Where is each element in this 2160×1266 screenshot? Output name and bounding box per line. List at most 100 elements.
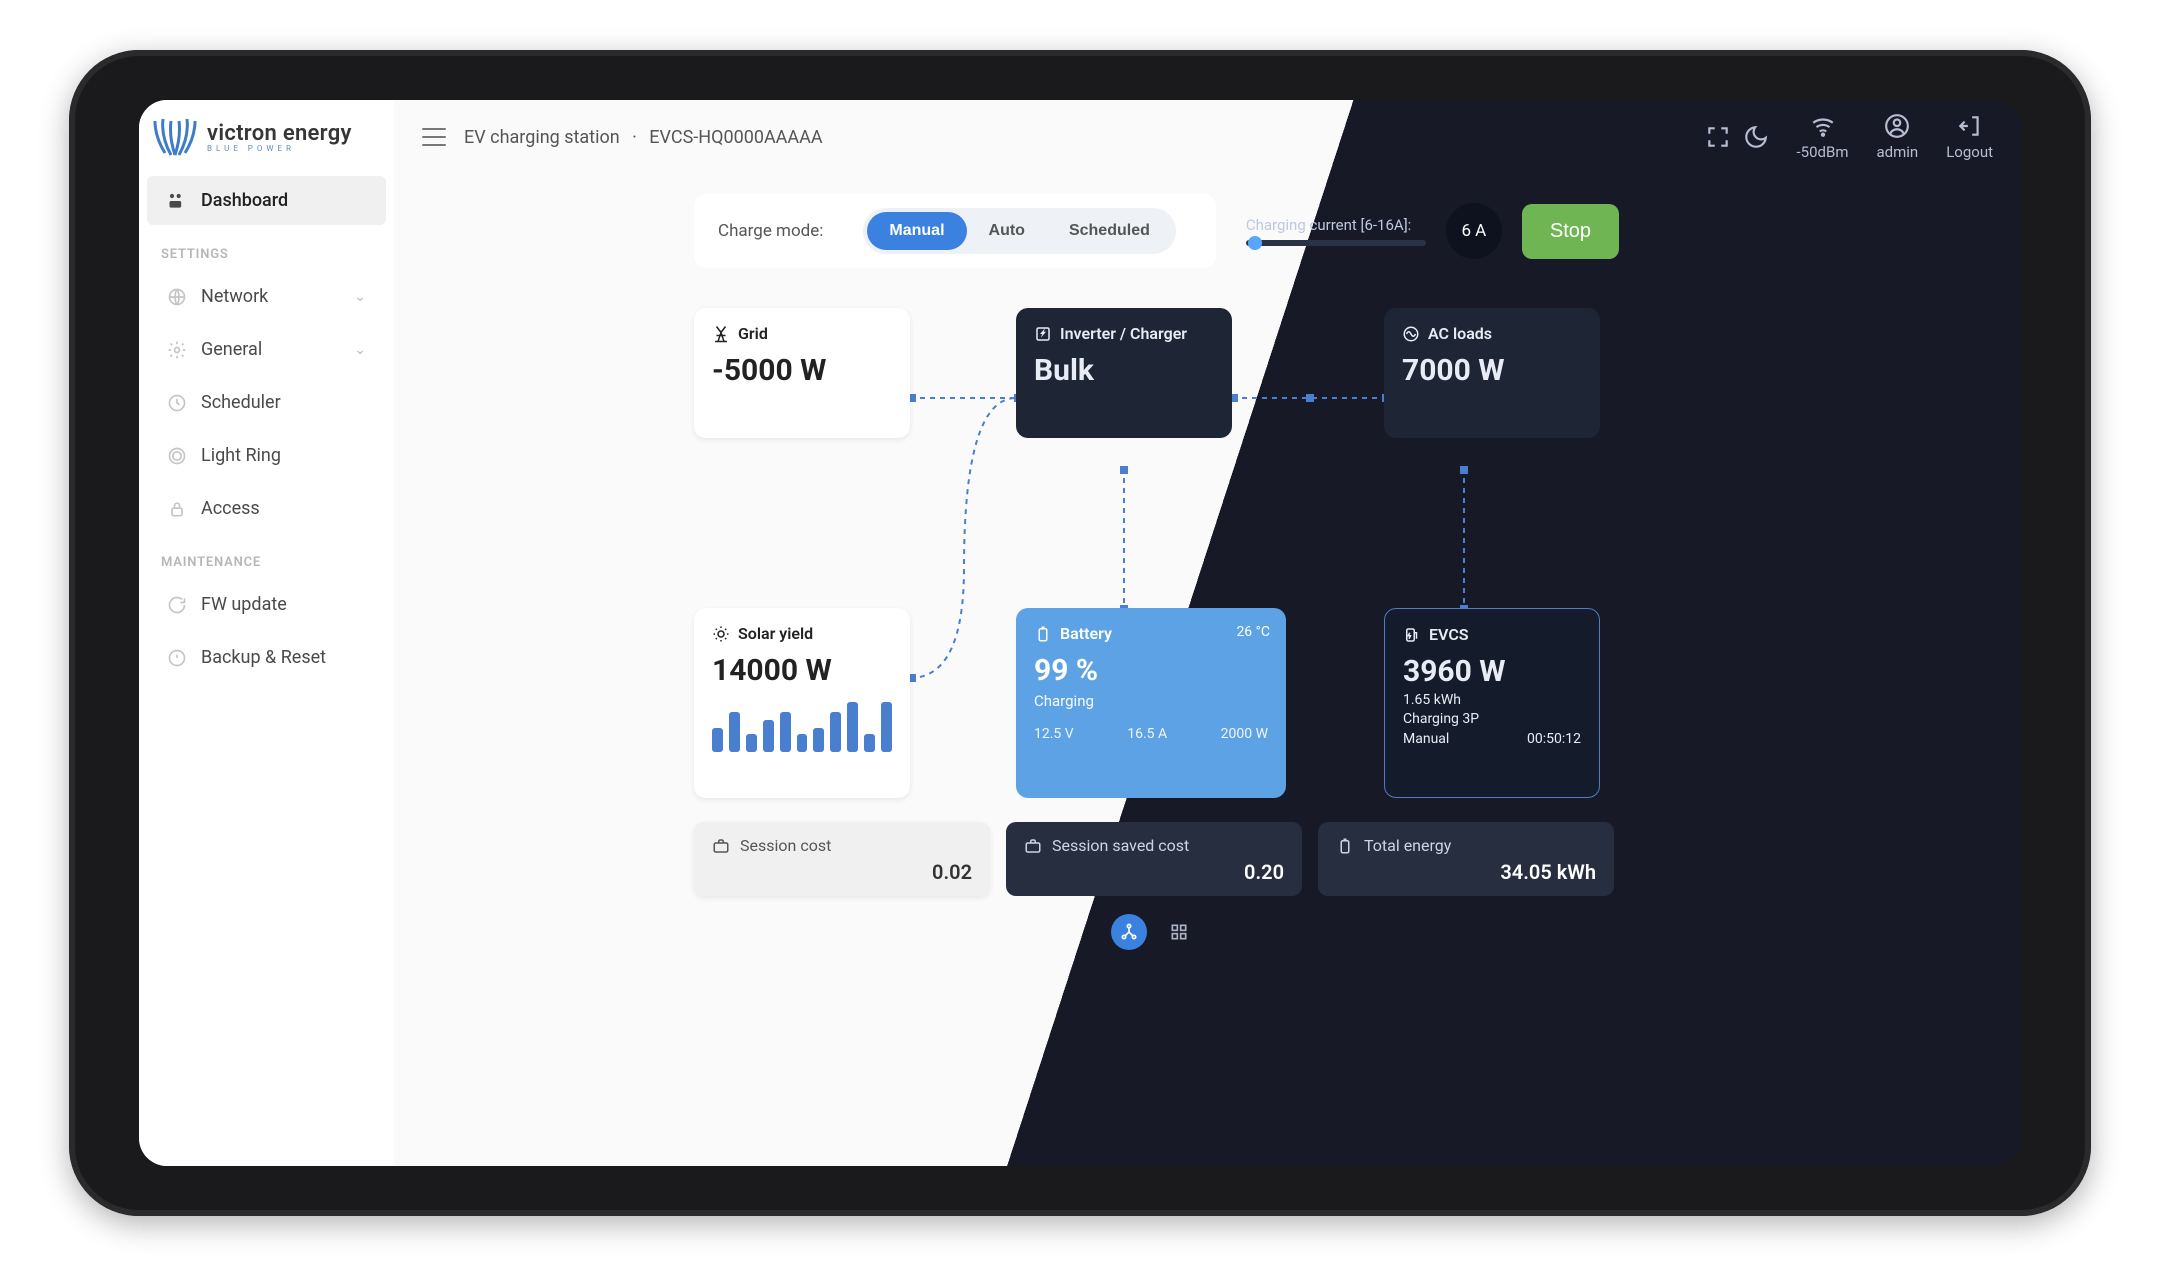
logout-label: Logout	[1946, 143, 1993, 161]
gear-icon	[167, 340, 187, 360]
dashboard-icon	[167, 191, 187, 211]
sidebar-item-label: General	[201, 339, 262, 360]
mode-manual[interactable]: Manual	[867, 212, 966, 250]
stat-value: 0.02	[932, 860, 972, 884]
session-cost-stat: Session cost 0.02	[694, 822, 990, 896]
sidebar-item-light-ring[interactable]: Light Ring	[147, 431, 386, 480]
stat-value: 34.05 kWh	[1500, 860, 1596, 884]
card-title: Inverter / Charger	[1060, 324, 1187, 343]
solar-sparkline	[712, 702, 892, 752]
battery-voltage: 12.5 V	[1034, 726, 1074, 742]
session-saved-stat: Session saved cost 0.20	[1006, 822, 1302, 896]
evcs-energy: 1.65 kWh	[1403, 692, 1581, 708]
grid-value: -5000 W	[712, 353, 892, 388]
sidebar-item-label: Backup & Reset	[201, 647, 326, 668]
logout-icon	[1957, 113, 1983, 139]
evcs-icon	[1403, 626, 1421, 644]
sidebar-item-fw-update[interactable]: FW update	[147, 580, 386, 629]
flow-view-icon	[1119, 922, 1139, 942]
sidebar-item-general[interactable]: General ⌄	[147, 325, 386, 374]
battery-state: Charging	[1034, 692, 1268, 710]
charging-current-control: Charging current [6-16A]:	[1246, 216, 1426, 246]
inverter-icon	[1034, 325, 1052, 343]
stat-value: 0.20	[1244, 860, 1284, 884]
victron-logo-icon	[151, 115, 199, 159]
sun-icon	[712, 625, 730, 643]
battery-icon	[1336, 837, 1354, 855]
view-grid-button[interactable]	[1161, 914, 1197, 950]
evcs-time: 00:50:12	[1527, 731, 1581, 747]
grid-card[interactable]: Grid -5000 W	[694, 308, 910, 438]
stat-label: Total energy	[1364, 836, 1451, 855]
total-energy-stat: Total energy 34.05 kWh	[1318, 822, 1614, 896]
evcs-power: 3960 W	[1403, 654, 1581, 689]
card-title: Grid	[738, 324, 768, 343]
sidebar-item-network[interactable]: Network ⌄	[147, 272, 386, 321]
breadcrumb: EV charging station · EVCS-HQ0000AAAAA	[464, 127, 823, 148]
battery-icon	[1034, 625, 1052, 643]
sidebar-item-scheduler[interactable]: Scheduler	[147, 378, 386, 427]
stop-button[interactable]: Stop	[1522, 204, 1619, 259]
user-menu[interactable]: admin	[1876, 113, 1918, 161]
sidebar-section-maintenance: MAINTENANCE	[139, 535, 394, 578]
briefcase-icon	[1024, 837, 1042, 855]
mode-auto[interactable]: Auto	[967, 212, 1047, 250]
view-flow-button[interactable]	[1111, 914, 1147, 950]
user-name: admin	[1876, 143, 1918, 161]
ac-loads-card[interactable]: AC loads 7000 W	[1384, 308, 1600, 438]
sidebar-section-settings: SETTINGS	[139, 227, 394, 270]
brand-name: victron energy	[207, 121, 352, 146]
charging-current-unit: A	[1475, 221, 1486, 241]
card-title: Solar yield	[738, 624, 813, 643]
card-title: AC loads	[1428, 324, 1492, 343]
dark-mode-icon[interactable]	[1743, 124, 1769, 150]
sidebar-item-backup-reset[interactable]: Backup & Reset	[147, 633, 386, 682]
view-toggle	[694, 914, 1614, 950]
evcs-state: Charging 3P	[1403, 711, 1581, 727]
charging-current-label: Charging current [6-16A]:	[1246, 216, 1426, 234]
grid-icon	[712, 325, 730, 343]
inverter-card[interactable]: Inverter / Charger Bulk	[1016, 308, 1232, 438]
battery-soc: 99 %	[1034, 653, 1268, 688]
solar-card[interactable]: Solar yield 14000 W	[694, 608, 910, 798]
sidebar-item-dashboard[interactable]: Dashboard	[147, 176, 386, 225]
charge-mode-label: Charge mode:	[718, 221, 823, 241]
user-icon	[1884, 113, 1910, 139]
sidebar-item-label: FW update	[201, 594, 287, 615]
stat-label: Session cost	[740, 836, 831, 855]
charging-current-value: 6	[1462, 221, 1472, 241]
charge-mode-segmented: Manual Auto Scheduled	[863, 208, 1175, 254]
battery-card[interactable]: Battery 26 °C 99 % Charging 12.5 V 16.5 …	[1016, 608, 1286, 798]
fullscreen-icon[interactable]	[1705, 124, 1731, 150]
sidebar-item-label: Scheduler	[201, 392, 281, 413]
battery-current: 16.5 A	[1127, 726, 1167, 742]
signal-strength: -50dBm	[1797, 143, 1849, 161]
battery-power: 2000 W	[1221, 726, 1268, 742]
chevron-down-icon: ⌄	[354, 289, 366, 305]
briefcase-icon	[712, 837, 730, 855]
logout-button[interactable]: Logout	[1946, 113, 1993, 161]
brand-tagline: BLUE POWER	[207, 144, 352, 153]
sidebar: victron energy BLUE POWER Dashboard SETT…	[139, 100, 394, 1166]
battery-temp: 26 °C	[1236, 624, 1270, 640]
topbar: EV charging station · EVCS-HQ0000AAAAA -…	[394, 100, 2021, 174]
stat-label: Session saved cost	[1052, 836, 1189, 855]
energy-flow-diagram: Grid -5000 W Inverter / Charger Bulk AC …	[694, 308, 1614, 808]
wifi-icon	[1810, 113, 1836, 139]
evcs-card[interactable]: EVCS 3960 W 1.65 kWh Charging 3P Manual …	[1384, 608, 1600, 798]
wifi-signal[interactable]: -50dBm	[1797, 113, 1849, 161]
charging-current-slider[interactable]	[1246, 240, 1426, 246]
tablet-frame: victron energy BLUE POWER Dashboard SETT…	[69, 50, 2091, 1216]
breadcrumb-page: EV charging station	[464, 127, 620, 148]
update-icon	[167, 595, 187, 615]
network-icon	[167, 287, 187, 307]
solar-value: 14000 W	[712, 653, 892, 688]
inverter-value: Bulk	[1034, 353, 1214, 388]
ac-loads-icon	[1402, 325, 1420, 343]
menu-toggle[interactable]	[422, 128, 446, 146]
backup-icon	[167, 648, 187, 668]
mode-scheduled[interactable]: Scheduled	[1047, 212, 1172, 250]
grid-view-icon	[1169, 922, 1189, 942]
sidebar-item-access[interactable]: Access	[147, 484, 386, 533]
card-title: Battery	[1060, 624, 1112, 643]
